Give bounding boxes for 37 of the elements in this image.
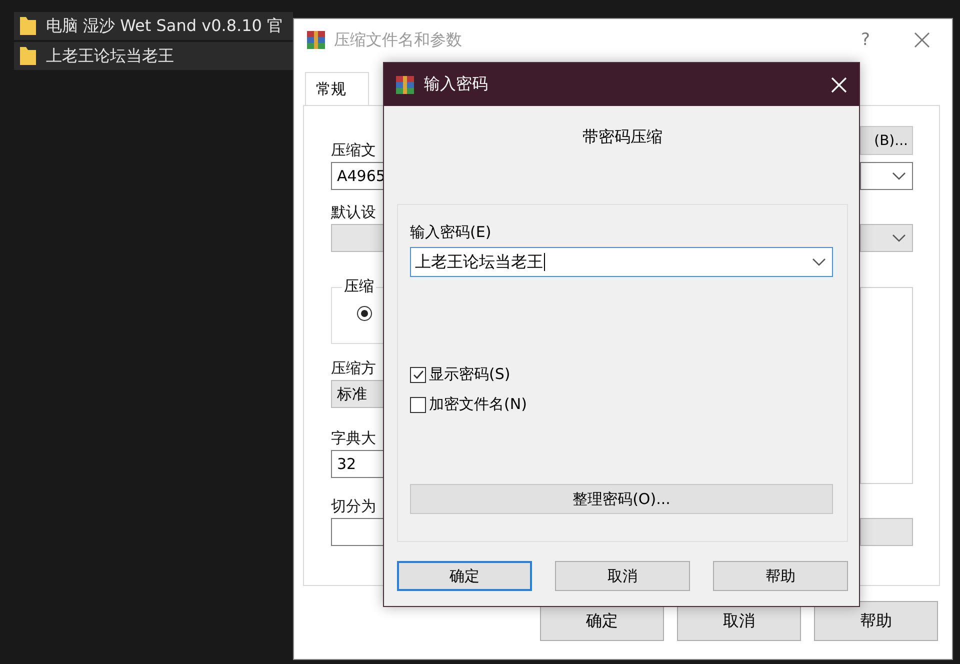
window-title: 压缩文件名和参数: [334, 30, 462, 50]
dialog-button[interactable]: 确定: [397, 561, 532, 591]
help-button[interactable]: ?: [860, 30, 870, 50]
window-title: 输入密码: [424, 74, 488, 95]
chevron-down-icon: [892, 234, 906, 242]
field-label: 输入密码(E): [410, 223, 492, 242]
file-name: 上老王论坛当老王: [46, 46, 174, 66]
dialog-button[interactable]: 帮助: [814, 601, 938, 641]
folder-icon: [19, 16, 37, 36]
file-name: 电脑 湿沙 Wet Sand v0.8.10 官: [46, 16, 284, 36]
folder-icon: [19, 46, 37, 66]
organize-passwords-button[interactable]: 整理密码(O)...: [410, 484, 833, 514]
field-label: 默认设: [331, 203, 377, 223]
field-label: 切分为: [331, 497, 377, 517]
archive-name-dropdown[interactable]: [860, 162, 913, 190]
dialog-button[interactable]: 帮助: [713, 561, 848, 591]
field-label: 压缩文: [331, 141, 377, 161]
field-label: 字典大: [331, 429, 377, 449]
chevron-down-icon: [812, 258, 826, 266]
password-field[interactable]: 上老王论坛当老王: [410, 247, 833, 277]
app-icon: [306, 30, 326, 50]
browse-button[interactable]: (B)...: [860, 126, 913, 155]
checkbox-label[interactable]: 加密文件名(N): [429, 395, 527, 414]
chevron-down-icon: [892, 172, 906, 180]
check-mark-icon: [412, 368, 424, 381]
field-label: 压缩方: [331, 359, 377, 379]
file-row[interactable]: 电脑 湿沙 Wet Sand v0.8.10 官: [14, 12, 293, 40]
checkbox[interactable]: [410, 396, 426, 412]
app-icon: [395, 74, 415, 94]
dialog-heading: 带密码压缩: [582, 127, 664, 147]
checkbox-label[interactable]: 显示密码(S): [429, 365, 510, 384]
dialog-button[interactable]: 取消: [555, 561, 690, 591]
checkbox[interactable]: [410, 366, 426, 382]
group-label: 压缩: [342, 277, 376, 296]
tab[interactable]: 常规: [305, 72, 369, 105]
radio-button[interactable]: [357, 306, 372, 321]
file-row[interactable]: 上老王论坛当老王: [14, 42, 293, 70]
